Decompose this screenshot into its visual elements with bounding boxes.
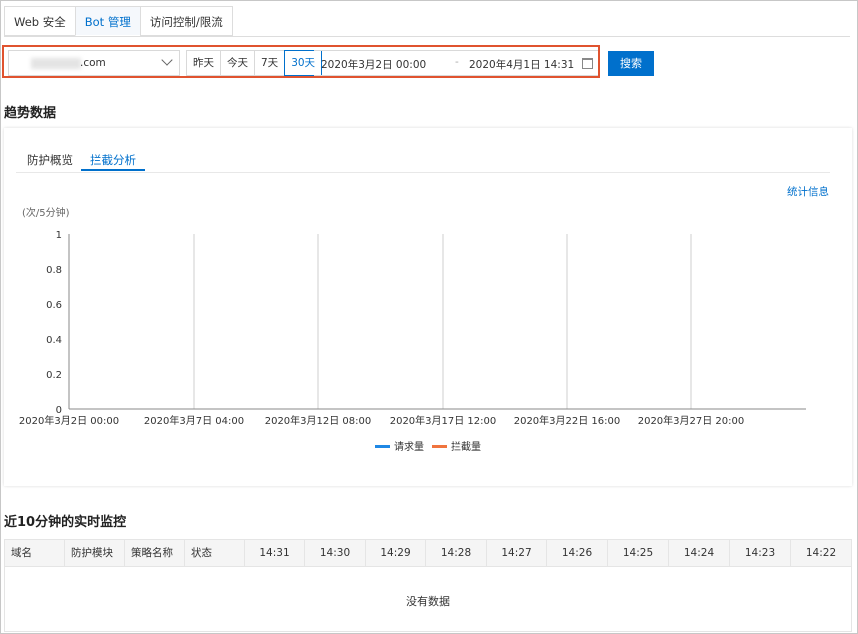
y-tick-label: 0.6 [46,300,62,311]
x-tick-label: 2020年3月7日 04:00 [144,414,244,427]
y-tick-label: 0.8 [46,265,62,276]
column-header: 14:25 [608,540,669,566]
y-tick-label: 0.4 [46,335,62,346]
y-tick-label: 0 [56,405,62,416]
column-header: 14:28 [426,540,487,566]
x-tick-label: 2020年3月27日 20:00 [638,414,745,427]
column-header: 14:30 [305,540,366,566]
column-header: 14:27 [487,540,547,566]
column-header: 14:24 [669,540,730,566]
y-tick-label: 1 [56,230,62,241]
column-header: 状态 [185,540,245,566]
legend-label: 拦截量 [451,440,481,453]
column-header: 14:22 [805,547,837,559]
column-header: 域名 [5,540,65,566]
legend-label: 请求量 [394,440,424,453]
column-header: 14:23 [730,540,791,566]
empty-text: 没有数据 [406,595,450,608]
realtime-section-title: 近10分钟的实时监控 [4,515,127,530]
x-tick-label: 2020年3月12日 08:00 [265,414,372,427]
column-header: 防护模块 [65,540,125,566]
x-tick-label: 2020年3月17日 12:00 [390,414,497,427]
column-header: 14:29 [366,540,426,566]
x-tick-label: 2020年3月22日 16:00 [514,414,621,427]
column-header: 14:26 [547,540,608,566]
legend-swatch [375,445,390,448]
legend-swatch [432,445,447,448]
realtime-table: 域名 防护模块 策略名称 状态 14:31 14:30 14:29 14:28 14:27 14:… [4,539,852,632]
column-header: 策略名称 [125,540,185,566]
column-header: 14:31 [245,540,305,566]
x-tick-label: 2020年3月2日 00:00 [19,414,119,427]
table-header: 域名 防护模块 策略名称 状态 14:31 14:30 14:29 14:28 14:27 14:… [5,540,851,567]
y-axis-unit: (次/5分钟) [22,206,70,219]
y-tick-label: 0.2 [46,370,62,381]
